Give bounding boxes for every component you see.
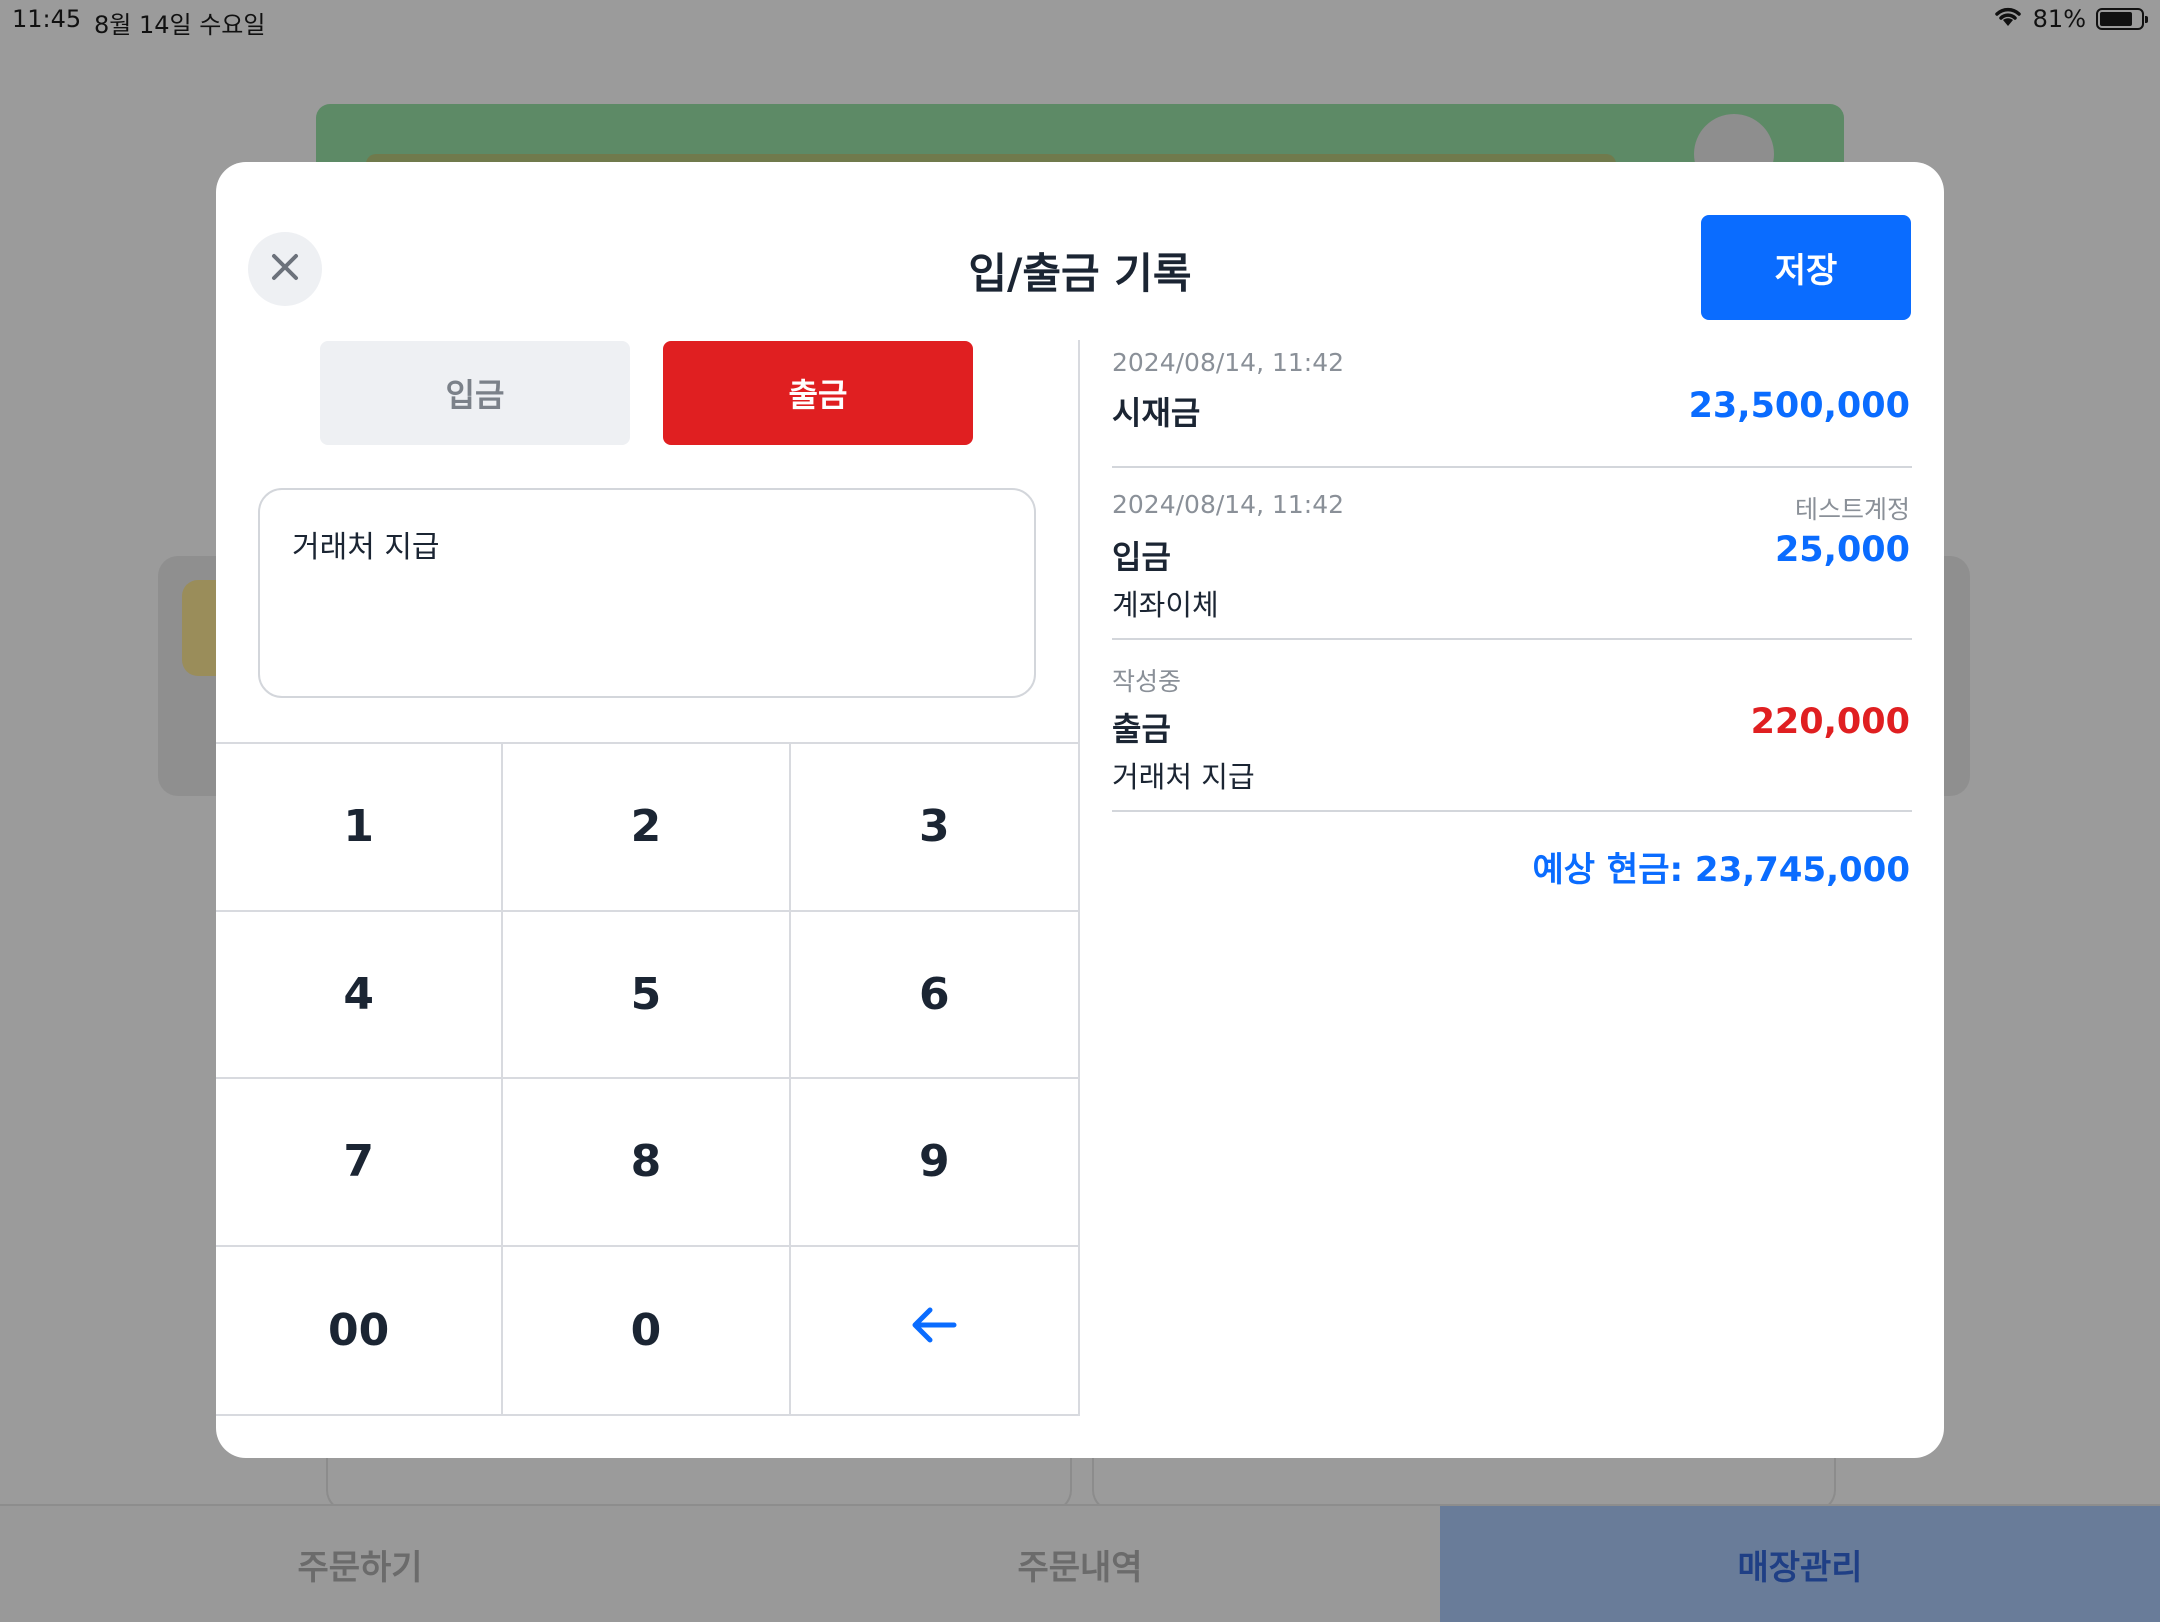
key-1[interactable]: 1	[216, 744, 504, 912]
withdraw-toggle-button[interactable]: 출금	[663, 341, 973, 445]
key-8[interactable]: 8	[503, 1079, 791, 1247]
ledger-entry: 2024/08/14, 11:42 시재금 23,500,000	[1112, 348, 1912, 468]
entry-amount: 23,500,000	[1688, 386, 1910, 426]
backspace-button[interactable]	[791, 1247, 1078, 1415]
ledger-entry: 2024/08/14, 11:42 테스트계정 입금 25,000 계좌이체	[1112, 468, 1912, 640]
key-4[interactable]: 4	[216, 911, 504, 1079]
tab-order[interactable]: 주문하기	[0, 1506, 720, 1622]
entry-type: 시재금	[1112, 394, 1201, 432]
status-time: 11:45	[12, 5, 82, 33]
entry-type: 입금	[1112, 538, 1171, 576]
deposit-toggle-button[interactable]: 입금	[320, 341, 630, 445]
cash-ledger-list: 2024/08/14, 11:42 시재금 23,500,000 2024/08…	[1112, 348, 1912, 890]
key-6[interactable]: 6	[790, 912, 1078, 1079]
key-5[interactable]: 5	[503, 911, 791, 1079]
entry-memo: 거래처 지급	[1112, 760, 1255, 794]
status-date: 8월 14일 수요일	[94, 11, 266, 39]
status-bar: 11:45 8월 14일 수요일 81%	[0, 0, 2160, 40]
memo-input[interactable]: 거래처 지급	[258, 488, 1036, 698]
expected-cash-total: 예상 현금: 23,745,000	[1532, 850, 1910, 890]
modal-title: 입/출금 기록	[968, 249, 1192, 298]
cash-record-modal: 입/출금 기록 저장 입금 출금 거래처 지급 1 2 3 4 5 6 7 8 …	[216, 162, 1944, 1458]
battery-icon	[2096, 8, 2148, 30]
bottom-tab-bar: 주문하기 주문내역 매장관리	[0, 1504, 2160, 1622]
wifi-icon	[1993, 4, 2023, 34]
key-0[interactable]: 0	[503, 1246, 791, 1414]
key-7[interactable]: 7	[216, 1079, 504, 1247]
entry-amount: 220,000	[1750, 702, 1910, 742]
key-9[interactable]: 9	[790, 1079, 1078, 1247]
entry-amount: 25,000	[1774, 530, 1910, 570]
tab-store-management[interactable]: 매장관리	[1440, 1506, 2160, 1622]
battery-tip	[2145, 16, 2148, 23]
entry-timestamp: 2024/08/14, 11:42	[1112, 348, 1345, 377]
entry-timestamp: 2024/08/14, 11:42	[1112, 490, 1345, 519]
number-keypad: 1 2 3 4 5 6 7 8 9 00 0	[216, 742, 1080, 1416]
panel-divider	[1078, 340, 1080, 742]
battery-fill	[2100, 12, 2132, 26]
key-00[interactable]: 00	[216, 1246, 504, 1414]
entry-status: 작성중	[1112, 667, 1182, 696]
memo-input-value: 거래처 지급	[292, 530, 440, 565]
key-2[interactable]: 2	[503, 744, 791, 912]
save-button[interactable]: 저장	[1701, 215, 1911, 320]
entry-type: 출금	[1112, 710, 1171, 748]
entry-account: 테스트계정	[1794, 495, 1910, 524]
arrow-left-icon	[910, 1305, 958, 1356]
ledger-entry-draft: 작성중 출금 220,000 거래처 지급	[1112, 640, 1912, 812]
entry-method: 계좌이체	[1112, 588, 1219, 622]
tab-order-history[interactable]: 주문내역	[720, 1506, 1440, 1622]
battery-percent: 81%	[2032, 5, 2086, 33]
status-indicators: 81%	[1993, 4, 2148, 34]
key-3[interactable]: 3	[790, 744, 1078, 912]
